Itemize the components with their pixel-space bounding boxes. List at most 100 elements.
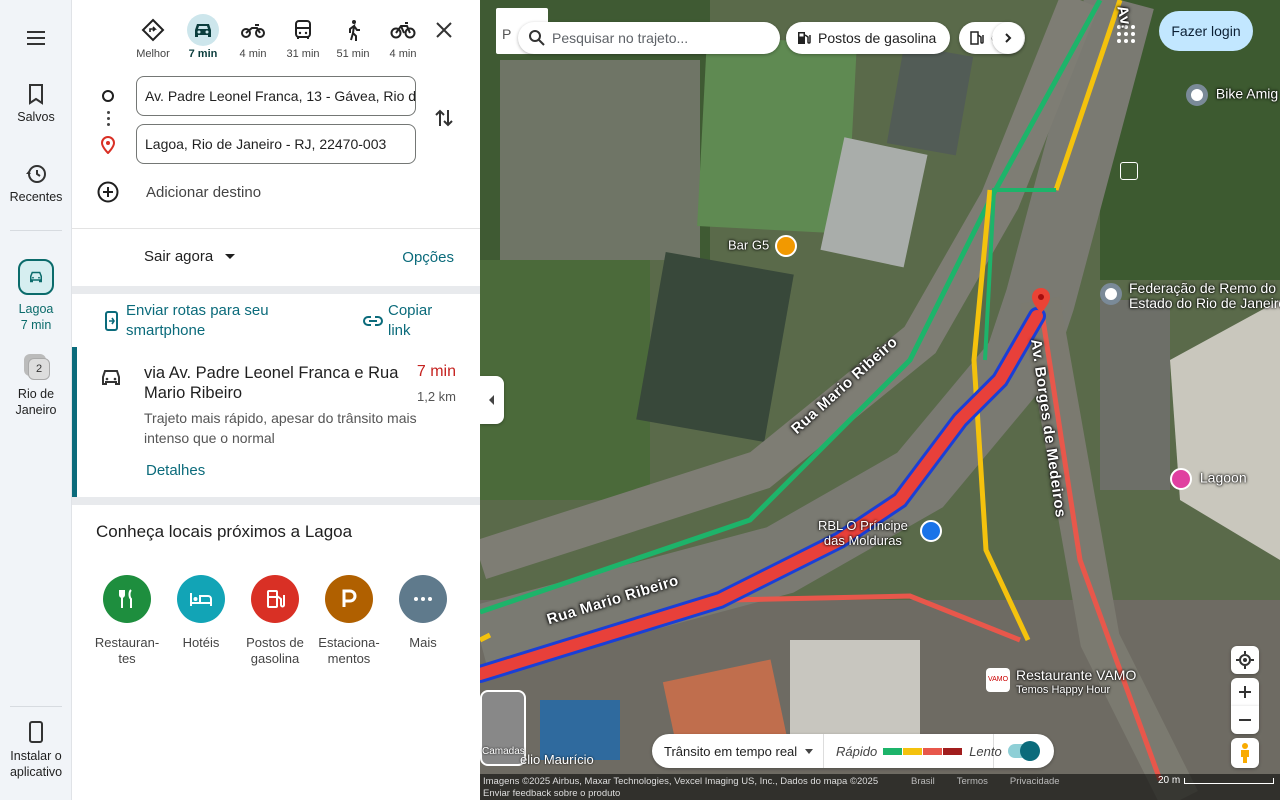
active-trip-label-1: Lagoa: [18, 302, 54, 316]
section-divider: [72, 286, 480, 294]
plus-circle-icon: [97, 181, 119, 203]
mode-transit-label: 31 min: [286, 48, 320, 60]
nearby-title: Conheça locais próximos a Lagoa: [96, 522, 353, 541]
send-to-phone-button[interactable]: Enviar rotas para seu smartphone: [102, 301, 269, 341]
category-restaurants[interactable]: Restauran- tes: [90, 575, 164, 667]
route-title: via Av. Padre Leonel Franca e Rua Mario …: [144, 364, 399, 402]
category-gas[interactable]: Postos de gasolina: [238, 575, 312, 667]
mode-walk-label: 51 min: [336, 48, 370, 60]
fork-knife-icon: [103, 575, 151, 623]
terms-link[interactable]: Termos: [957, 776, 988, 787]
search-icon: [529, 30, 545, 46]
leave-now-dropdown[interactable]: Sair agora: [144, 248, 236, 265]
traffic-dropdown[interactable]: Trânsito em tempo real: [652, 734, 824, 768]
category-hotels[interactable]: Hotéis: [164, 575, 238, 667]
mode-best-label: Melhor: [136, 48, 170, 60]
history-icon: [26, 165, 46, 183]
link-icon: [363, 316, 383, 326]
poi-bike[interactable]: Bike Amig: [1186, 84, 1278, 106]
my-location-button[interactable]: [1231, 646, 1259, 674]
send-label-1: Enviar rotas para seu: [126, 302, 269, 319]
search-along-route-input[interactable]: Pesquisar no trajeto...: [518, 22, 780, 54]
rail-divider-bottom: [10, 706, 62, 707]
layers-label: Camadas: [482, 746, 525, 757]
category-label-2: mentos: [327, 651, 371, 666]
zoom-out-button[interactable]: [1231, 706, 1259, 734]
parking-icon: [325, 575, 373, 623]
poi-vamo[interactable]: Restaurante VAMO Temos Happy Hour: [1016, 668, 1136, 698]
saved-button[interactable]: Salvos: [0, 82, 72, 124]
traffic-color-bars: [883, 747, 963, 755]
active-trip-button[interactable]: Lagoa 7 min: [0, 259, 72, 333]
poi-federacao[interactable]: Federação de Remo do Estado do Rio de Ja…: [1100, 281, 1280, 311]
mode-walk[interactable]: 51 min: [328, 14, 378, 60]
category-label-2: gasolina: [250, 651, 300, 666]
route-description: Trajeto mais rápido, apesar do trânsito …: [144, 410, 417, 446]
swap-icon[interactable]: [432, 106, 456, 130]
privacy-link[interactable]: Privacidade: [1010, 776, 1060, 787]
route-time: 7 min: [416, 363, 456, 380]
destination-input[interactable]: Lagoa, Rio de Janeiro - RJ, 22470-003: [136, 124, 416, 164]
feedback-link[interactable]: Enviar feedback sobre o produto: [483, 788, 620, 799]
rio-trip-label-2: Janeiro: [15, 403, 57, 417]
pin-icon: [1100, 283, 1122, 305]
menu-button[interactable]: [0, 26, 72, 54]
pin-icon: [1186, 84, 1208, 106]
mode-motorcycle-label: 4 min: [239, 48, 267, 60]
poi-vamo-label: Restaurante VAMO: [1016, 667, 1137, 683]
map-canvas[interactable]: P Pesquisar no trajeto... Postos de gaso…: [480, 0, 1280, 800]
route-details-link[interactable]: Detalhes: [146, 462, 205, 479]
traffic-toggle[interactable]: [1008, 741, 1040, 761]
origin-dot-icon: [102, 90, 114, 102]
waypoint-connector: [107, 111, 110, 129]
rio-trip-label-1: Rio de: [17, 387, 55, 401]
more-icon: [399, 575, 447, 623]
map-scale[interactable]: 20 m: [1158, 775, 1275, 786]
walk-icon: [349, 20, 360, 41]
poi-vamo-sub: Temos Happy Hour: [1016, 684, 1111, 696]
poi-rbl[interactable]: RBL O Príncipe das Molduras: [818, 518, 908, 548]
add-destination-button[interactable]: Adicionar destino: [96, 180, 261, 204]
chips-next-button[interactable]: [992, 22, 1024, 54]
category-more[interactable]: Mais: [386, 575, 460, 667]
zoom-in-button[interactable]: [1231, 678, 1259, 706]
ev-station-icon: [970, 31, 984, 45]
poi-lagoon-label: Lagoon: [1199, 469, 1247, 486]
install-app-button[interactable]: Instalar o aplicativo: [0, 720, 72, 780]
hotel-icon: [1170, 468, 1192, 490]
mode-motorcycle[interactable]: 4 min: [228, 14, 278, 60]
rail-divider: [10, 230, 62, 231]
copy-link-button[interactable]: Copiar link: [362, 301, 432, 341]
collapse-panel-button[interactable]: [480, 376, 504, 424]
recents-label: Recentes: [9, 190, 63, 204]
sign-in-button[interactable]: Fazer login: [1159, 11, 1253, 51]
street-view-pegman[interactable]: [1231, 738, 1259, 768]
mode-car[interactable]: 7 min: [178, 14, 228, 60]
gas-pump-icon: [251, 575, 299, 623]
phone-icon: [29, 721, 43, 743]
route-card[interactable]: via Av. Padre Leonel Franca e Rua Mario …: [72, 347, 480, 497]
divider: [72, 228, 480, 229]
category-parking[interactable]: Estaciona- mentos: [312, 575, 386, 667]
recents-button[interactable]: Recentes: [0, 162, 72, 204]
traffic-bar-very-slow: [943, 747, 963, 755]
restaurant-logo-icon: VAMO: [986, 668, 1010, 692]
mode-bike[interactable]: 4 min: [378, 14, 428, 60]
brasil-link[interactable]: Brasil: [911, 776, 935, 787]
mode-car-label: 7 min: [188, 48, 218, 60]
options-button[interactable]: Opções: [402, 249, 454, 266]
close-icon[interactable]: [432, 18, 456, 42]
traffic-bar-medium: [903, 747, 923, 755]
bike-rack-icon: [1120, 162, 1138, 180]
poi-bar-g5[interactable]: Bar G5: [728, 235, 797, 257]
gas-stations-chip[interactable]: Postos de gasolina: [786, 22, 950, 54]
travel-modes: Melhor 7 min 4 min 31 min 51 min 4 min: [128, 14, 428, 60]
origin-input[interactable]: Av. Padre Leonel Franca, 13 - Gávea, Rio…: [136, 76, 416, 116]
rio-trip-button[interactable]: 2 Rio de Janeiro: [0, 350, 72, 418]
mode-best[interactable]: Melhor: [128, 14, 178, 60]
mode-transit[interactable]: 31 min: [278, 14, 328, 60]
diamond-route-icon: [141, 18, 165, 42]
footer-links: Brasil Termos Privacidade: [911, 776, 1060, 787]
nearby-categories: Restauran- tes Hotéis Postos de gasolina…: [90, 575, 460, 667]
poi-lagoon[interactable]: Lagoon: [1170, 468, 1247, 490]
